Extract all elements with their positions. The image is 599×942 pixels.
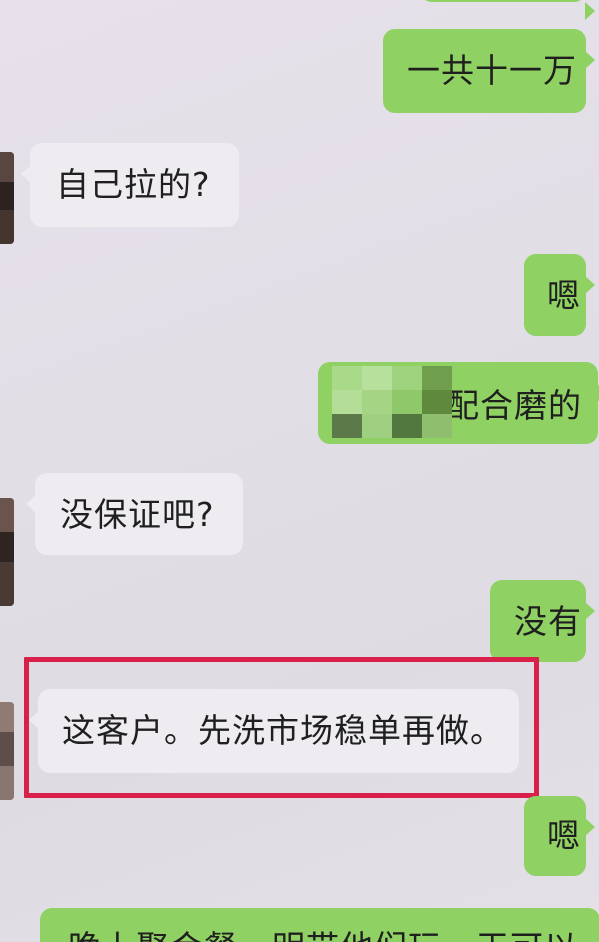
message-text: 嗯 xyxy=(547,816,581,855)
message-text: 晚上聚会餐，明带他们玩一天可以 xyxy=(68,926,578,942)
message-bubble-incoming[interactable]: 没保证吧? xyxy=(26,473,243,555)
message-bubble-outgoing[interactable]: 嗯 xyxy=(524,254,595,336)
highlight-annotation-box xyxy=(24,657,539,798)
message-bubble-outgoing[interactable]: 配合磨的 xyxy=(318,362,599,444)
message-bubble-outgoing[interactable]: 嗯 xyxy=(524,796,595,876)
message-text: 自己拉的? xyxy=(56,165,211,204)
contact-avatar[interactable] xyxy=(0,152,14,244)
message-text: 一共十一万 xyxy=(407,51,577,90)
message-bubble-outgoing[interactable]: 晚上聚会餐，明带他们玩一天可以 xyxy=(40,908,599,942)
message-text: 没有 xyxy=(514,602,582,641)
message-text: 没保证吧? xyxy=(60,495,215,534)
message-bubble-outgoing[interactable]: 一共十一万 xyxy=(383,29,595,113)
contact-avatar[interactable] xyxy=(0,498,14,606)
message-bubble-cutoff-top[interactable] xyxy=(420,0,595,20)
message-bubble-outgoing[interactable]: 没有 xyxy=(490,580,595,662)
chat-screen: 一共十一万 自己拉的? 嗯 配合磨的 没保证吧? 没有 这客户。先洗市场稳单再做… xyxy=(0,0,599,942)
redacted-content-mosaic xyxy=(332,366,452,438)
message-bubble-incoming[interactable]: 自己拉的? xyxy=(21,143,239,227)
contact-avatar[interactable] xyxy=(0,702,14,800)
message-text: 嗯 xyxy=(547,276,581,315)
message-text: 配合磨的 xyxy=(446,386,582,425)
